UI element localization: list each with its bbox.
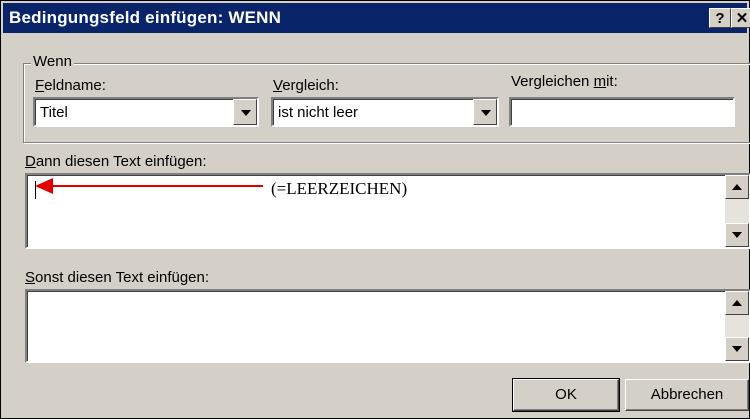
chevron-up-icon <box>732 184 742 190</box>
fieldname-value: Titel <box>40 104 68 121</box>
scroll-up-button[interactable] <box>725 175 749 199</box>
else-text-label: Sonst diesen Text einfügen: <box>25 269 210 286</box>
fieldname-dropdown[interactable]: Titel <box>33 97 259 127</box>
scroll-down-button[interactable] <box>725 223 749 247</box>
chevron-up-icon <box>732 300 742 306</box>
dialog-window: Bedingungsfeld einfügen: WENN ? ✕ Wenn F… <box>0 0 750 419</box>
chevron-down-icon <box>732 232 742 238</box>
else-text-scrollbar[interactable] <box>725 291 749 361</box>
ok-button[interactable]: OK <box>512 378 620 412</box>
compare-with-input[interactable] <box>509 97 735 127</box>
cancel-button[interactable]: Abbrechen <box>625 379 749 411</box>
close-button[interactable]: ✕ <box>731 8 750 28</box>
scroll-down-button[interactable] <box>725 337 749 361</box>
close-icon: ✕ <box>735 10 749 27</box>
then-text-label: Dann diesen Text einfügen: <box>25 153 207 170</box>
comparison-dropdown-button[interactable] <box>473 99 497 125</box>
chevron-down-icon <box>481 110 491 116</box>
wenn-group-legend: Wenn <box>31 53 74 70</box>
annotation-arrow-icon <box>35 178 263 194</box>
title-bar[interactable]: Bedingungsfeld einfügen: WENN ? ✕ <box>3 3 750 33</box>
fieldname-label: Feldname: <box>35 77 106 94</box>
annotation-text: (=LEERZEICHEN) <box>271 179 408 198</box>
compare-with-label: Vergleichen mit: <box>511 73 618 90</box>
comparison-dropdown[interactable]: ist nicht leer <box>271 97 499 127</box>
chevron-down-icon <box>241 110 251 116</box>
help-button[interactable]: ? <box>709 8 731 28</box>
scroll-up-button[interactable] <box>725 291 749 315</box>
else-text-area[interactable] <box>25 289 750 363</box>
then-text-scrollbar[interactable] <box>725 175 749 247</box>
fieldname-dropdown-button[interactable] <box>233 99 257 125</box>
comparison-label: Vergleich: <box>273 77 339 94</box>
chevron-down-icon <box>732 346 742 352</box>
comparison-value: ist nicht leer <box>278 104 359 121</box>
window-title: Bedingungsfeld einfügen: WENN <box>9 8 282 27</box>
